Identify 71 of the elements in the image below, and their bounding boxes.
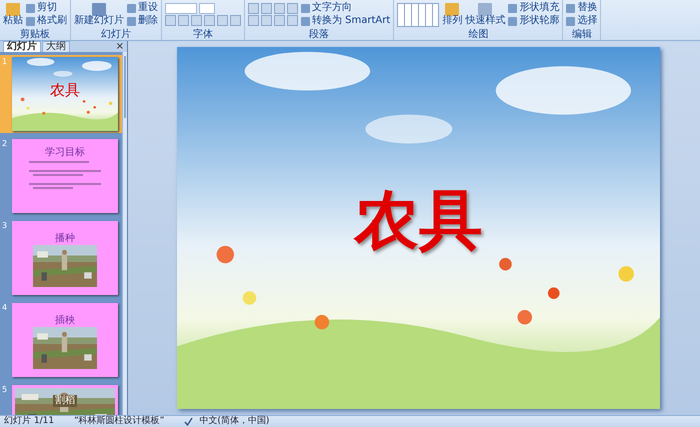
format-icon[interactable] [165,15,176,26]
language-label[interactable]: 中文(简体，中国) [199,417,270,426]
thumbnail-title: 插秧 [55,314,75,327]
slide-number: 5 [2,385,8,396]
slide-thumbnail-row[interactable]: 2 学习目标 [0,137,122,215]
slide-thumbnail[interactable]: 割稻 [12,385,118,415]
ribbon-button[interactable]: 重设 [127,2,158,14]
slide-thumbnail[interactable]: 学习目标 [12,139,118,213]
ribbon-button[interactable]: 剪切 [26,2,67,14]
align-icon[interactable] [287,3,298,14]
shapes-gallery-icon[interactable] [397,2,440,26]
slide-thumbnail-row[interactable]: 5 割稻 [0,383,122,415]
slide-number: 4 [2,303,8,314]
align-icon[interactable] [261,15,272,26]
align-icon[interactable] [248,15,259,26]
slide-thumbnail-row[interactable]: 1 农具 [0,55,122,133]
scrollbar[interactable] [122,52,127,415]
thumbnail-title: 割稻 [53,395,77,407]
spelling-check-icon[interactable] [184,417,194,426]
ribbon-icon [92,3,106,16]
slide-thumbnail[interactable]: 农具 [12,57,118,131]
ribbon-button[interactable]: 粘贴 [3,3,23,26]
slide-number: 1 [2,57,8,68]
slide-thumbnail[interactable]: 插秧 [12,303,118,377]
ribbon-button[interactable]: 快速样式 [465,3,506,26]
group-label: 字体 [192,29,214,40]
slide-thumbnail-row[interactable]: 4 插秧 [0,301,122,379]
ribbon-button[interactable]: 格式刷 [26,15,67,27]
slide-number: 3 [2,221,8,232]
format-icon[interactable] [191,15,202,26]
format-icon[interactable] [178,15,189,26]
align-icon[interactable] [274,3,285,14]
slide-thumbnail[interactable]: 播种 [12,221,118,295]
group-label: 剪贴板 [19,29,51,40]
ribbon-button[interactable]: 删除 [127,15,158,27]
slide-count: 幻灯片 1/11 [4,417,54,426]
ribbon-icon [478,3,492,16]
group-label: 段落 [308,29,330,40]
ribbon-button[interactable]: 文字方向 [301,2,390,14]
theme-name: “科林斯圆柱设计模板” [74,417,164,426]
slide-thumbnail-row[interactable]: 3 播种 [0,219,122,297]
format-icon[interactable] [204,15,215,26]
ribbon-button[interactable]: 选择 [566,15,598,27]
thumbnail-title: 农具 [50,81,80,100]
scrollbar-thumb[interactable] [124,56,126,118]
thumbnail-title: 学习目标 [45,146,85,159]
ribbon-button[interactable]: 新建幻灯片 [74,3,124,26]
ribbon-button[interactable]: 转换为 SmartArt [301,15,390,27]
ribbon-button[interactable]: 形状填充 [508,2,560,14]
slide-title: 农具 [354,189,482,260]
align-icon[interactable] [248,3,259,14]
pane-tab[interactable]: 幻灯片 [3,41,41,52]
size-field[interactable] [199,3,215,14]
close-button[interactable]: × [112,42,127,52]
thumbnail-title: 播种 [55,232,75,245]
ribbon-button[interactable]: 替换 [566,2,598,14]
format-icon[interactable] [230,15,241,26]
align-icon[interactable] [274,15,285,26]
ribbon-button[interactable]: 形状轮廓 [508,15,560,27]
ribbon-button[interactable]: 排列 [442,3,462,26]
ribbon-icon [445,3,460,16]
ribbon-icon [6,3,20,16]
pane-tab[interactable]: 大纲 [42,41,70,52]
group-label: 幻灯片 [100,29,132,40]
align-icon[interactable] [287,15,298,26]
font-field[interactable] [165,3,197,14]
slide-number: 2 [2,139,8,150]
align-icon[interactable] [261,3,272,14]
group-label: 编辑 [570,29,593,40]
group-label: 绘图 [467,29,490,40]
format-icon[interactable] [217,15,228,26]
